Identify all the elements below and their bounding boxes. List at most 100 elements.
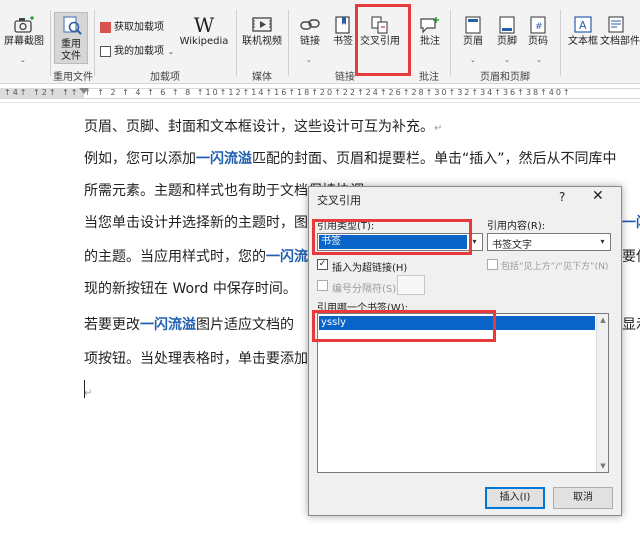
textbox-button[interactable]: A 文本框 — [564, 16, 602, 48]
close-icon[interactable]: ✕ — [592, 188, 604, 204]
insert-hyperlink-checkbox[interactable]: ✓ — [317, 259, 328, 270]
textbox-label: 文本框 — [568, 36, 598, 47]
comment-group-label: 批注 — [419, 72, 439, 83]
page-number-button[interactable]: # 页码 — [522, 16, 554, 48]
indent-marker[interactable] — [79, 88, 89, 94]
doc-line-5-right: 要使 — [622, 249, 640, 265]
get-addins-button[interactable]: 获取加载项 — [100, 18, 164, 33]
dialog-title: 交叉引用 — [317, 194, 361, 207]
wikipedia-label: Wikipedia — [179, 36, 229, 47]
cancel-button[interactable]: 取消 — [553, 487, 613, 509]
svg-text:#: # — [535, 22, 543, 32]
doc-parts-button[interactable]: 文档部件 — [600, 16, 640, 48]
link-label: 链接 — [300, 36, 320, 47]
ref-content-select[interactable]: 书签文字 ▾ — [487, 233, 611, 251]
doc-line-1: 页眉、页脚、封面和文本框设计，这些设计可互为补充。↵ — [84, 119, 443, 135]
online-video-label: 联机视频 — [242, 36, 282, 47]
include-above-below-label: 包括“见上方”/“见下方”(N) — [501, 262, 609, 272]
chevron-down-icon[interactable]: ⌄ — [20, 56, 26, 64]
chevron-down-icon[interactable]: ▾ — [596, 235, 609, 249]
insert-button[interactable]: 插入(I) — [485, 487, 545, 509]
my-addins-button[interactable]: 我的加载项 ⌄ — [100, 42, 174, 57]
doc-line-4-right: 一闪 — [622, 215, 640, 231]
footer-icon — [499, 16, 515, 34]
media-group-label: 媒体 — [252, 72, 272, 83]
page-number-icon: # — [530, 16, 546, 34]
online-video-button[interactable]: 联机视频 — [240, 16, 284, 48]
help-icon[interactable]: ? — [559, 190, 565, 204]
chevron-down-icon[interactable]: ⌄ — [504, 56, 510, 64]
reuse-files-label: 重用 文件 — [61, 39, 81, 62]
doc-line-2: 例如，您可以添加一闪流溢匹配的封面、页眉和提要栏。单击“插入”，然后从不同库中 — [84, 151, 617, 167]
separate-numbers-label: 编号分隔符(S) — [332, 284, 397, 295]
svg-text:A: A — [579, 19, 587, 32]
doc-line-5: 的主题。当应用样式时，您的一闪流 — [84, 249, 308, 265]
ref-content-value: 书签文字 — [492, 240, 532, 251]
header-button[interactable]: 页眉 — [456, 16, 490, 48]
include-above-below-checkbox[interactable] — [487, 259, 498, 270]
paragraph-mark: ↵ — [434, 123, 443, 134]
comment-icon — [420, 17, 439, 34]
highlight-term: 一闪流 — [266, 249, 308, 265]
bookmark-icon — [335, 16, 350, 34]
insert-hyperlink-label: 插入为超链接(H) — [332, 263, 408, 274]
footer-label: 页脚 — [497, 36, 517, 47]
doc-line-6: 现的新按钮在 Word 中保存时间。 — [84, 281, 297, 297]
header-footer-group-label: 页眉和页脚 — [480, 72, 530, 83]
scroll-up-icon[interactable]: ▲ — [597, 316, 609, 324]
store-icon — [100, 21, 111, 33]
group-separator — [450, 10, 451, 76]
doc-parts-icon — [608, 16, 624, 33]
comment-label: 批注 — [420, 36, 440, 47]
comment-button[interactable]: 批注 — [414, 16, 446, 48]
ribbon: 屏幕截图 ⌄ 重用 文件 重用文件 获取加载项 我的加载项 ⌄ W Wikiped… — [0, 0, 640, 84]
group-separator — [94, 10, 95, 76]
highlight-term: 一闪流溢 — [140, 317, 196, 333]
wikipedia-logo-icon: W — [193, 13, 215, 37]
camera-icon — [14, 16, 34, 33]
get-addins-label: 获取加载项 — [114, 22, 164, 33]
group-separator — [288, 10, 289, 76]
chevron-down-icon[interactable]: ⌄ — [470, 56, 476, 64]
bookmark-button[interactable]: 书签 — [328, 16, 358, 48]
header-icon — [465, 16, 481, 34]
paragraph-mark: ↵ — [84, 388, 93, 399]
chevron-down-icon[interactable]: ⌄ — [536, 56, 542, 64]
doc-line-7-right: 显示在 — [622, 317, 640, 333]
separate-numbers-checkbox[interactable] — [317, 280, 328, 291]
link-button[interactable]: 链接 — [294, 16, 326, 48]
dropdown-arrow-icon: ⌄ — [168, 48, 174, 56]
text-cursor — [84, 380, 85, 398]
wikipedia-button[interactable]: W Wikipedia — [178, 14, 230, 48]
doc-line-8: 项按钮。当处理表格时，单击要添加 — [84, 351, 308, 367]
group-separator — [236, 10, 237, 76]
annotation-box-ref-type — [312, 219, 472, 255]
header-label: 页眉 — [463, 36, 483, 47]
chevron-down-icon[interactable]: ⌄ — [306, 56, 312, 64]
annotation-box-cross-reference — [355, 4, 411, 76]
bookmark-label: 书签 — [333, 36, 353, 47]
ref-content-label: 引用内容(R): — [487, 221, 546, 232]
ruler-numbers: ↑4↑ ↑2↑ ↑↑ ↑ ↑ 2 ↑ 4 ↑ 6 ↑ 8 ↑10↑12↑14↑1… — [4, 88, 572, 97]
reuse-files-button[interactable]: 重用 文件 — [54, 12, 88, 64]
addins-group-label: 加载项 — [150, 72, 180, 83]
addin-icon — [100, 45, 111, 57]
group-separator — [560, 10, 561, 76]
ribbon-top-strip — [0, 0, 640, 6]
group-separator — [50, 10, 51, 76]
doc-line-9: ↵ — [84, 384, 92, 400]
screenshot-button[interactable]: 屏幕截图 — [2, 16, 46, 48]
doc-line-7: 若要更改一闪流溢图片适应文档的 — [84, 317, 294, 333]
ruler[interactable]: ↑4↑ ↑2↑ ↑↑ ↑ ↑ 2 ↑ 4 ↑ 6 ↑ 8 ↑10↑12↑14↑1… — [0, 85, 640, 103]
textbox-icon: A — [574, 16, 592, 33]
video-icon — [252, 17, 272, 32]
separator-input[interactable] — [397, 275, 425, 295]
screenshot-label: 屏幕截图 — [4, 36, 44, 47]
doc-parts-label: 文档部件 — [600, 36, 640, 47]
reuse-files-icon — [63, 16, 82, 35]
scrollbar[interactable]: ▲ ▼ — [596, 314, 608, 472]
footer-button[interactable]: 页脚 — [490, 16, 524, 48]
link-icon — [300, 19, 320, 30]
scroll-down-icon[interactable]: ▼ — [597, 462, 609, 470]
annotation-box-bookmark — [312, 310, 496, 342]
